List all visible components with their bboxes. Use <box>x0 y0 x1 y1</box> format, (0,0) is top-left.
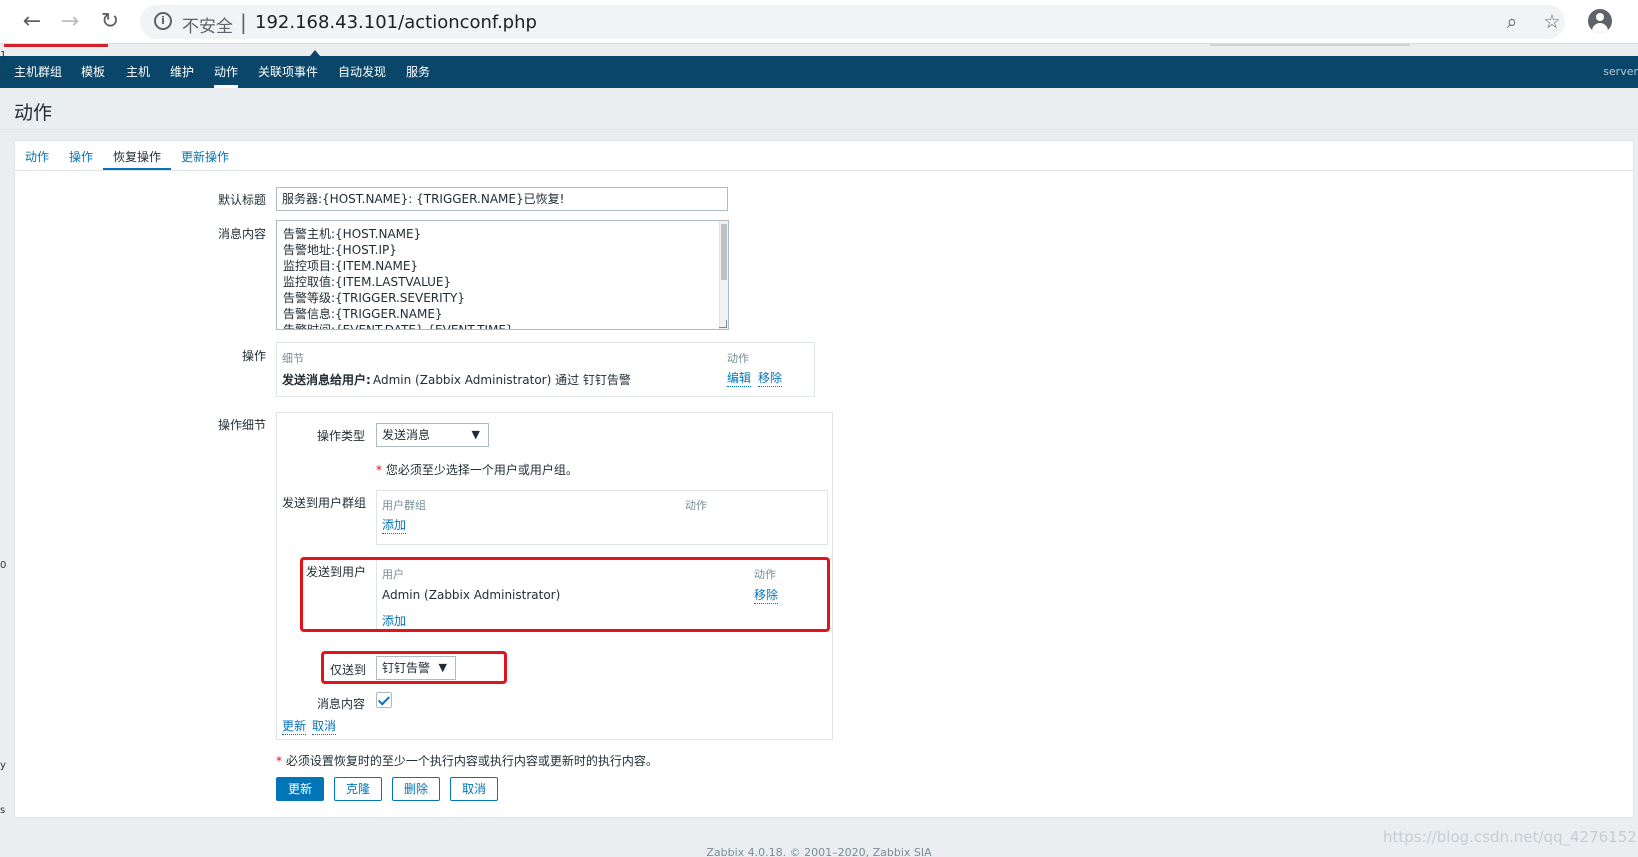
tab-recovery-operations[interactable]: 恢复操作 <box>113 148 161 165</box>
col-details: 细节 <box>282 352 304 365</box>
server-label[interactable]: server <box>1603 56 1638 88</box>
security-label: 不安全 <box>182 17 233 37</box>
message-textarea[interactable]: 告警主机:{HOST.NAME} 告警地址:{HOST.IP} 监控项目:{IT… <box>276 220 729 330</box>
required-note: * 您必须至少选择一个用户或用户组。 <box>376 463 578 477</box>
message-line: 告警时间:{EVENT.DATE} {EVENT.TIME} <box>283 323 514 330</box>
profile-icon[interactable] <box>1588 9 1612 33</box>
default-subject-label: 默认标题 <box>218 193 267 207</box>
message-content-label: 消息内容 <box>317 697 366 711</box>
edge-mark: s <box>0 805 6 816</box>
tab-strip-line <box>1210 44 1410 46</box>
edge-mark: 0 <box>0 560 7 571</box>
user-groups-table <box>376 490 828 545</box>
menu-item-host-groups[interactable]: 主机群组 <box>14 56 62 88</box>
title-divider <box>0 129 1638 130</box>
operation-type-select[interactable]: 发送消息 ▼ <box>376 423 489 447</box>
remove-operation-link[interactable]: 移除 <box>758 371 783 387</box>
active-menu-caret <box>310 50 320 56</box>
menu-item-correlation[interactable]: 关联项事件 <box>258 56 318 88</box>
chevron-down-icon: ▼ <box>471 428 480 441</box>
operation-type-label: 操作类型 <box>317 429 366 443</box>
bottom-note: * 必须设置恢复时的至少一个执行内容或执行内容或更新时的执行内容。 <box>276 754 658 768</box>
loading-indicator <box>4 44 108 47</box>
message-line: 告警信息:{TRIGGER.NAME} <box>283 307 443 321</box>
footer: Zabbix 4.0.18. © 2001–2020, Zabbix SIA <box>706 846 932 857</box>
main-menu: 主机群组 模板 主机 维护 动作 关联项事件 自动发现 服务 server <box>0 56 1638 88</box>
edit-operation-link[interactable]: 编辑 <box>727 371 752 387</box>
browser-toolbar: ← → ↻ i 不安全 | 192.168.43.101/actionconf.… <box>0 0 1638 44</box>
detail-cancel-link[interactable]: 取消 <box>312 719 337 735</box>
cancel-button[interactable]: 取消 <box>450 777 498 801</box>
page-title: 动作 <box>14 102 53 124</box>
default-subject-input[interactable]: 服务器:{HOST.NAME}: {TRIGGER.NAME}已恢复! <box>276 187 728 211</box>
operation-prefix: 发送消息给用户: <box>282 373 371 387</box>
menu-item-hosts[interactable]: 主机 <box>126 56 150 88</box>
col-group-action: 动作 <box>685 499 707 512</box>
tab-update-operations[interactable]: 更新操作 <box>181 148 229 165</box>
detail-update-link[interactable]: 更新 <box>282 719 307 735</box>
clone-button[interactable]: 克隆 <box>334 777 382 801</box>
tab-action[interactable]: 动作 <box>25 148 49 165</box>
scrollbar-thumb[interactable] <box>721 224 727 280</box>
message-line: 监控取值:{ITEM.LASTVALUE} <box>283 275 452 289</box>
tabs-divider <box>14 170 1634 171</box>
forward-icon[interactable]: → <box>56 8 84 36</box>
menu-item-templates[interactable]: 模板 <box>81 56 105 88</box>
zoom-icon[interactable]: ⌕ <box>1500 10 1524 34</box>
address-bar[interactable]: i 不安全 | 192.168.43.101/actionconf.php ⌕ … <box>140 5 1565 39</box>
operation-detail: Admin (Zabbix Administrator) 通过 钉钉告警 <box>373 373 631 387</box>
textarea-scrollbar[interactable] <box>719 221 728 329</box>
highlight-box-users <box>300 557 830 632</box>
add-user-group-link[interactable]: 添加 <box>382 518 407 534</box>
message-content-checkbox[interactable] <box>376 692 392 708</box>
menu-item-services[interactable]: 服务 <box>406 56 430 88</box>
resize-handle[interactable] <box>719 320 727 328</box>
col-action: 动作 <box>727 352 749 365</box>
reload-icon[interactable]: ↻ <box>96 8 124 36</box>
message-line: 告警地址:{HOST.IP} <box>283 243 397 257</box>
message-line: 监控项目:{ITEM.NAME} <box>283 259 419 273</box>
send-to-groups-label: 发送到用户群组 <box>282 496 367 510</box>
menu-item-maintenance[interactable]: 维护 <box>170 56 194 88</box>
message-line: 告警等级:{TRIGGER.SEVERITY} <box>283 291 465 305</box>
edge-mark: y <box>0 760 6 771</box>
star-icon[interactable]: ☆ <box>1540 10 1564 34</box>
menu-item-actions[interactable]: 动作 <box>214 56 239 88</box>
tab-operations[interactable]: 操作 <box>69 148 93 165</box>
update-button[interactable]: 更新 <box>276 777 324 801</box>
edge-mark: 1 <box>0 50 7 61</box>
required-note-text: 您必须至少选择一个用户或用户组。 <box>385 463 578 477</box>
message-line: 告警主机:{HOST.NAME} <box>283 227 422 241</box>
message-label: 消息内容 <box>218 227 267 241</box>
bottom-note-text: 必须设置恢复时的至少一个执行内容或执行内容或更新时的执行内容。 <box>285 754 658 768</box>
operation-details-label: 操作细节 <box>218 418 267 432</box>
col-user-group: 用户群组 <box>382 499 426 512</box>
url-separator: | <box>240 10 247 34</box>
info-icon[interactable]: i <box>154 12 172 30</box>
delete-button[interactable]: 删除 <box>392 777 440 801</box>
menu-item-discovery[interactable]: 自动发现 <box>338 56 386 88</box>
edge-mark: c <box>0 70 6 81</box>
url-text[interactable]: 192.168.43.101/actionconf.php <box>255 12 537 33</box>
operation-type-value: 发送消息 <box>382 428 431 442</box>
watermark: https://blog.csdn.net/qq_42761527 <box>1383 828 1638 846</box>
back-icon[interactable]: ← <box>18 8 46 36</box>
operations-label: 操作 <box>242 349 267 363</box>
highlight-box-send-only <box>321 651 507 684</box>
